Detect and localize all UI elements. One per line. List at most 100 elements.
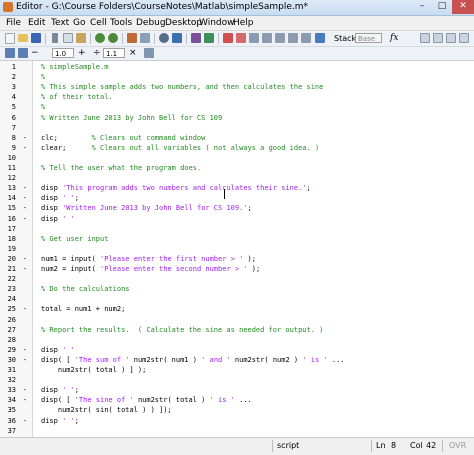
menu-text[interactable]: Text [51,16,69,30]
evaluate-cell-icon[interactable] [18,48,28,58]
executable-line-marker[interactable]: - [18,254,32,264]
executable-line-marker[interactable]: - [18,193,32,203]
menu-go[interactable]: Go [73,16,85,30]
menu-help[interactable]: Help [233,16,254,30]
breakpoint-icon[interactable] [223,33,233,43]
executable-line-marker[interactable]: - [18,203,32,213]
code-line[interactable]: 3 % This simple sample adds two numbers, … [0,82,474,92]
code-line[interactable]: 36- disp ' '; [0,416,474,426]
run-icon[interactable] [315,33,325,43]
stack-dropdown[interactable]: Base [355,33,382,43]
code-line[interactable]: 6 % Written June 2013 by John Bell for CS… [0,113,474,123]
code-line[interactable]: 10 [0,153,474,163]
code-line[interactable]: 27 % Report the results. ( Calculate the … [0,325,474,335]
executable-line-marker[interactable]: - [18,264,32,274]
executable-line-marker[interactable]: - [18,345,32,355]
dock-layout-icon[interactable] [420,33,430,43]
cell-mode-icon[interactable] [144,48,154,58]
executable-line-marker[interactable]: - [18,385,32,395]
code-line[interactable]: 4 % of their total. [0,92,474,102]
code-line[interactable]: 17 [0,224,474,234]
code-line[interactable]: 24 [0,294,474,304]
save-icon[interactable] [31,33,41,43]
executable-line-marker[interactable]: - [18,133,32,143]
undock-icon[interactable] [459,33,469,43]
code-line[interactable]: 1 % simpleSample.m [0,62,474,72]
code-line[interactable]: 14- disp ' '; [0,193,474,203]
executable-line-marker[interactable]: - [18,214,32,224]
menu-edit[interactable]: Edit [28,16,45,30]
code-line[interactable]: 28 [0,335,474,345]
code-line[interactable]: 19 [0,244,474,254]
menu-debug[interactable]: Debug [136,16,166,30]
code-line[interactable]: 18 % Get user input [0,234,474,244]
code-line[interactable]: 16- disp ' ' [0,214,474,224]
cell-value-field-2[interactable]: 1.1 [103,48,125,58]
executable-line-marker[interactable]: - [18,416,32,426]
code-line[interactable]: 23 % Do the calculations [0,284,474,294]
paste-icon[interactable] [76,33,86,43]
decrement-button[interactable]: − [31,47,39,59]
navigate-back-icon[interactable] [191,33,201,43]
print-icon[interactable] [140,33,150,43]
navigate-forward-icon[interactable] [204,33,214,43]
multiply-button[interactable]: × [129,47,137,59]
increment-button[interactable]: + [78,47,86,59]
publish-icon[interactable] [127,33,137,43]
tile-layout-icon[interactable] [433,33,443,43]
find-icon[interactable] [159,33,169,43]
code-line[interactable]: 13- disp 'This program adds two numbers a… [0,183,474,193]
code-line[interactable]: 37 [0,426,474,436]
code-line[interactable]: 26 [0,315,474,325]
copy-icon[interactable] [63,33,73,43]
executable-line-marker[interactable]: - [18,304,32,314]
code-line[interactable]: 33- disp ' '; [0,385,474,395]
code-line[interactable]: 25- total = num1 + num2; [0,304,474,314]
menu-tools[interactable]: Tools [110,16,132,30]
menu-cell[interactable]: Cell [90,16,107,30]
executable-line-marker[interactable]: - [18,143,32,153]
open-folder-icon[interactable] [18,34,28,42]
step-in-icon[interactable] [262,33,272,43]
maximize-button[interactable]: □ [432,0,452,14]
code-line[interactable]: 7 [0,123,474,133]
code-line[interactable]: 5% [0,102,474,112]
menu-window[interactable]: Window [199,16,235,30]
code-line[interactable]: 22 [0,274,474,284]
continue-icon[interactable] [288,33,298,43]
divide-button[interactable]: ÷ [93,47,101,59]
code-line[interactable]: 9- clear; % Clears out all variables ( no… [0,143,474,153]
undo-icon[interactable] [95,33,105,43]
cut-icon[interactable] [52,33,58,43]
minimize-button[interactable]: – [412,0,432,14]
code-line[interactable]: 32 [0,375,474,385]
cell-value-field-1[interactable]: 1.0 [52,48,74,58]
code-line[interactable]: 20- num1 = input( 'Please enter the first… [0,254,474,264]
go-to-icon[interactable] [172,33,182,43]
step-out-icon[interactable] [275,33,285,43]
code-line[interactable]: 15- disp 'Written June 2013 by John Bell … [0,203,474,213]
redo-icon[interactable] [108,33,118,43]
insert-cell-icon[interactable] [5,48,15,58]
code-line[interactable]: 21- num2 = input( 'Please enter the secon… [0,264,474,274]
exit-debug-icon[interactable] [301,33,311,43]
code-line[interactable]: 8- clc; % Clears out command window [0,133,474,143]
executable-line-marker[interactable]: - [18,355,32,365]
code-line[interactable]: 2% [0,72,474,82]
code-line[interactable]: 31 num2str( total ) ] ); [0,365,474,375]
new-file-icon[interactable] [5,33,15,44]
close-button[interactable]: ✕ [452,0,474,14]
code-line[interactable]: 34- disp( [ 'The sine of ' num2str( total… [0,395,474,405]
code-line[interactable]: 35 num2str( sin( total ) ) ]); [0,405,474,415]
clear-breakpoints-icon[interactable] [236,33,246,43]
code-line[interactable]: 29- disp ' ' [0,345,474,355]
code-line[interactable]: 12 [0,173,474,183]
menu-desktop[interactable]: Desktop [165,16,202,30]
step-icon[interactable] [249,33,259,43]
executable-line-marker[interactable]: - [18,395,32,405]
split-layout-icon[interactable] [446,33,456,43]
function-browser-icon[interactable]: fx [390,32,398,45]
code-line[interactable]: 30- disp( [ 'The sum of ' num2str( num1 )… [0,355,474,365]
executable-line-marker[interactable]: - [18,183,32,193]
menu-file[interactable]: File [6,16,21,30]
